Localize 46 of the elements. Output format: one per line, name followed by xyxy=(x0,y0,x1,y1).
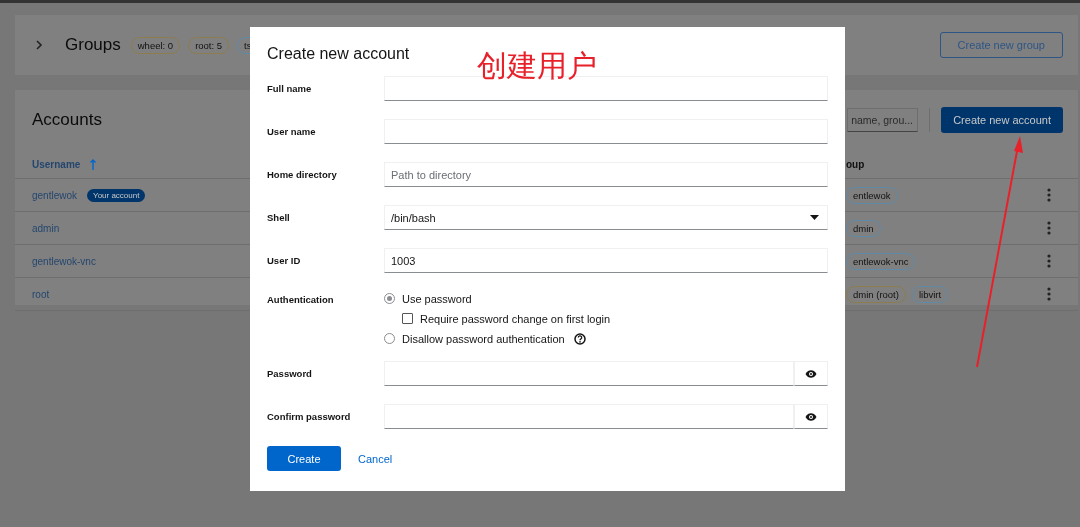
eye-icon xyxy=(805,412,817,421)
show-password-button[interactable] xyxy=(794,361,828,386)
kebab-menu-icon[interactable] xyxy=(1047,287,1051,301)
username-link[interactable]: root xyxy=(32,288,50,300)
annotation-text: 创建用户 xyxy=(477,47,597,85)
input-field[interactable]: 1003 xyxy=(384,248,828,273)
field-label: User ID xyxy=(267,255,302,266)
field-label: Shell xyxy=(267,212,291,223)
kebab-menu-icon[interactable] xyxy=(1047,188,1051,202)
radio-button[interactable] xyxy=(384,293,395,304)
eye-icon xyxy=(805,369,817,378)
field-label: Full name xyxy=(267,83,313,94)
show-password-button[interactable] xyxy=(794,404,828,429)
password-field[interactable] xyxy=(384,404,794,429)
caret-icon[interactable] xyxy=(810,215,819,220)
groups-title: Groups xyxy=(65,35,121,55)
radio-button[interactable] xyxy=(384,333,395,344)
accounts-title: Accounts xyxy=(32,110,102,130)
dialog-title: Create new account xyxy=(267,45,411,63)
username-link[interactable]: admin xyxy=(32,222,60,234)
field-label: Confirm password xyxy=(267,411,352,422)
help-icon[interactable] xyxy=(573,332,586,345)
radio-label: Use password xyxy=(402,292,472,305)
field-label: Authentication xyxy=(267,294,335,305)
create-button[interactable]: Create xyxy=(267,446,341,471)
input-field[interactable] xyxy=(384,119,828,144)
kebab-menu-icon[interactable] xyxy=(1047,221,1051,235)
username-link[interactable]: gentlewok-vnc xyxy=(32,255,96,267)
input-field[interactable]: Path to directory xyxy=(384,162,828,187)
shell-select[interactable]: /bin/bash xyxy=(384,205,828,230)
password-field[interactable] xyxy=(384,361,794,386)
your-account-badge: Your account xyxy=(87,188,146,202)
checkbox-label: Require password change on first login xyxy=(420,312,611,325)
field-label: Password xyxy=(267,368,313,379)
kebab-menu-icon[interactable] xyxy=(1047,254,1051,268)
column-header[interactable]: oup xyxy=(846,158,865,170)
chevron-icon[interactable] xyxy=(35,40,45,50)
field-label: Home directory xyxy=(267,169,338,180)
radio-label: Disallow password authentication xyxy=(402,332,565,345)
field-label: User name xyxy=(267,126,317,137)
cancel-link[interactable]: Cancel xyxy=(358,452,393,465)
search-field[interactable]: name, grou... xyxy=(847,108,919,132)
create-account-button[interactable]: Create new account xyxy=(941,107,1063,133)
username-link[interactable]: gentlewok xyxy=(32,189,78,201)
column-header[interactable]: Username xyxy=(32,158,81,170)
checkbox[interactable] xyxy=(402,313,413,324)
